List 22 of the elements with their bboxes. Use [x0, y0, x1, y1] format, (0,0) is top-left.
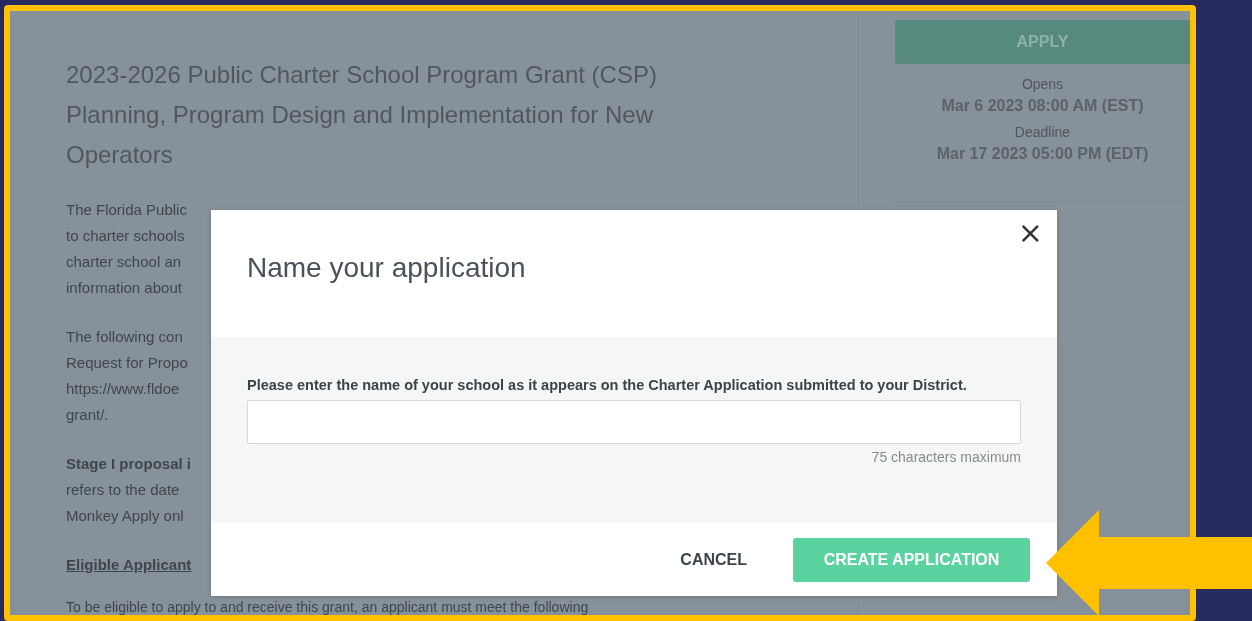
date-label: Deadline	[1014, 123, 1071, 142]
school-name-field[interactable]	[247, 400, 1021, 444]
paragraph-line: https://www.fldoe	[66, 379, 180, 399]
paragraph-line: To be eligible to apply to and receive this grant, an applicant must meet the following	[66, 601, 589, 614]
cancel-button[interactable]: CANCEL	[660, 540, 767, 579]
paragraph-line: Monkey Apply onl	[66, 506, 184, 526]
field-label: Please enter the name of your school as it appears on the Charter Application submitted to your District.	[247, 377, 968, 393]
paragraph-line: grant/.	[66, 405, 109, 425]
paragraph-line: information about	[66, 278, 182, 298]
character-limit-hint: 75 characters maximum	[871, 449, 1021, 465]
close-button[interactable]: ×	[1013, 218, 1047, 248]
paragraph-line: Stage I proposal i	[66, 454, 192, 474]
section-heading: Eligible Applicant	[66, 555, 192, 575]
paragraph-line: refers to the date	[66, 480, 180, 500]
date-label: Opens	[1021, 75, 1064, 94]
paragraph-line: charter school an	[66, 252, 182, 272]
paragraph-line: The Florida Public	[66, 200, 187, 220]
dialog-title: Name your application	[247, 252, 527, 284]
grant-title: 2023-2026 Public Charter School Program Grant (CSP) Planning, Program Design and Implementation for New Operators	[66, 60, 658, 170]
paragraph-line: to charter schools	[66, 226, 185, 246]
paragraph-line: Request for Propo	[66, 353, 188, 373]
paragraph-line: The following con	[66, 327, 183, 347]
